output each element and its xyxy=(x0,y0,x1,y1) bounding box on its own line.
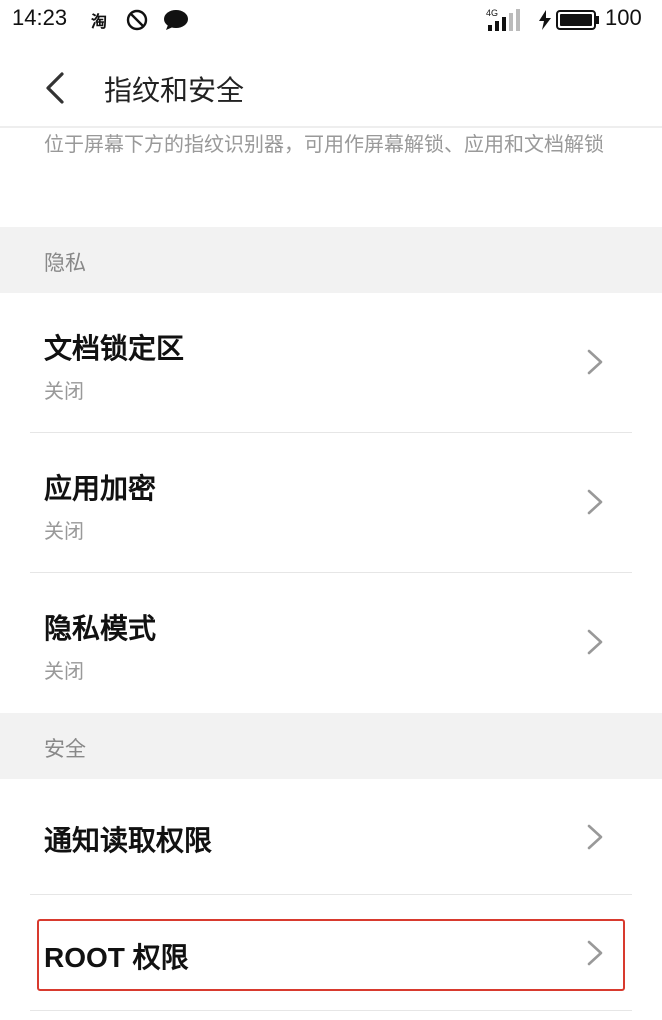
fingerprint-description: 位于屏幕下方的指纹识别器，可用作屏幕解锁、应用和文档解锁 xyxy=(44,132,604,156)
header: 指纹和安全 xyxy=(0,50,662,126)
row-notification-access[interactable]: 通知读取权限 xyxy=(0,779,662,894)
section-label-privacy: 隐私 xyxy=(44,251,86,275)
row-title: 隐私模式 xyxy=(44,612,157,645)
status-time: 14:23 xyxy=(12,5,68,30)
row-app-encryption[interactable]: 应用加密 关闭 xyxy=(0,433,662,573)
row-document-lock[interactable]: 文档锁定区 关闭 xyxy=(0,293,662,433)
chevron-right-icon xyxy=(587,629,603,655)
battery-percentage: 100 xyxy=(605,5,642,30)
back-icon[interactable] xyxy=(36,68,76,108)
section-label-security: 安全 xyxy=(44,737,86,761)
section-header-security: 安全 xyxy=(0,713,662,779)
do-not-disturb-icon xyxy=(126,9,148,31)
taobao-icon: 淘 xyxy=(91,12,108,31)
row-title: 应用加密 xyxy=(44,472,157,505)
row-divider xyxy=(30,1010,632,1011)
status-bar: 14:23 淘 4G 100 xyxy=(0,0,662,42)
root-highlight-box xyxy=(37,919,625,991)
battery-icon xyxy=(556,10,599,30)
page-title: 指纹和安全 xyxy=(104,74,245,107)
network-type-label: 4G xyxy=(486,8,498,18)
row-title: 文档锁定区 xyxy=(44,332,185,365)
row-title: 通知读取权限 xyxy=(44,824,213,857)
section-header-privacy: 隐私 xyxy=(0,227,662,293)
row-status: 关闭 xyxy=(44,519,84,543)
chevron-right-icon xyxy=(587,489,603,515)
chevron-right-icon xyxy=(587,349,603,375)
message-icon xyxy=(164,10,188,30)
row-privacy-mode[interactable]: 隐私模式 关闭 xyxy=(0,573,662,713)
row-status: 关闭 xyxy=(44,659,84,683)
chevron-right-icon xyxy=(587,824,603,850)
charging-icon xyxy=(539,10,551,30)
row-status: 关闭 xyxy=(44,379,84,403)
signal-icon: 4G xyxy=(486,8,520,31)
